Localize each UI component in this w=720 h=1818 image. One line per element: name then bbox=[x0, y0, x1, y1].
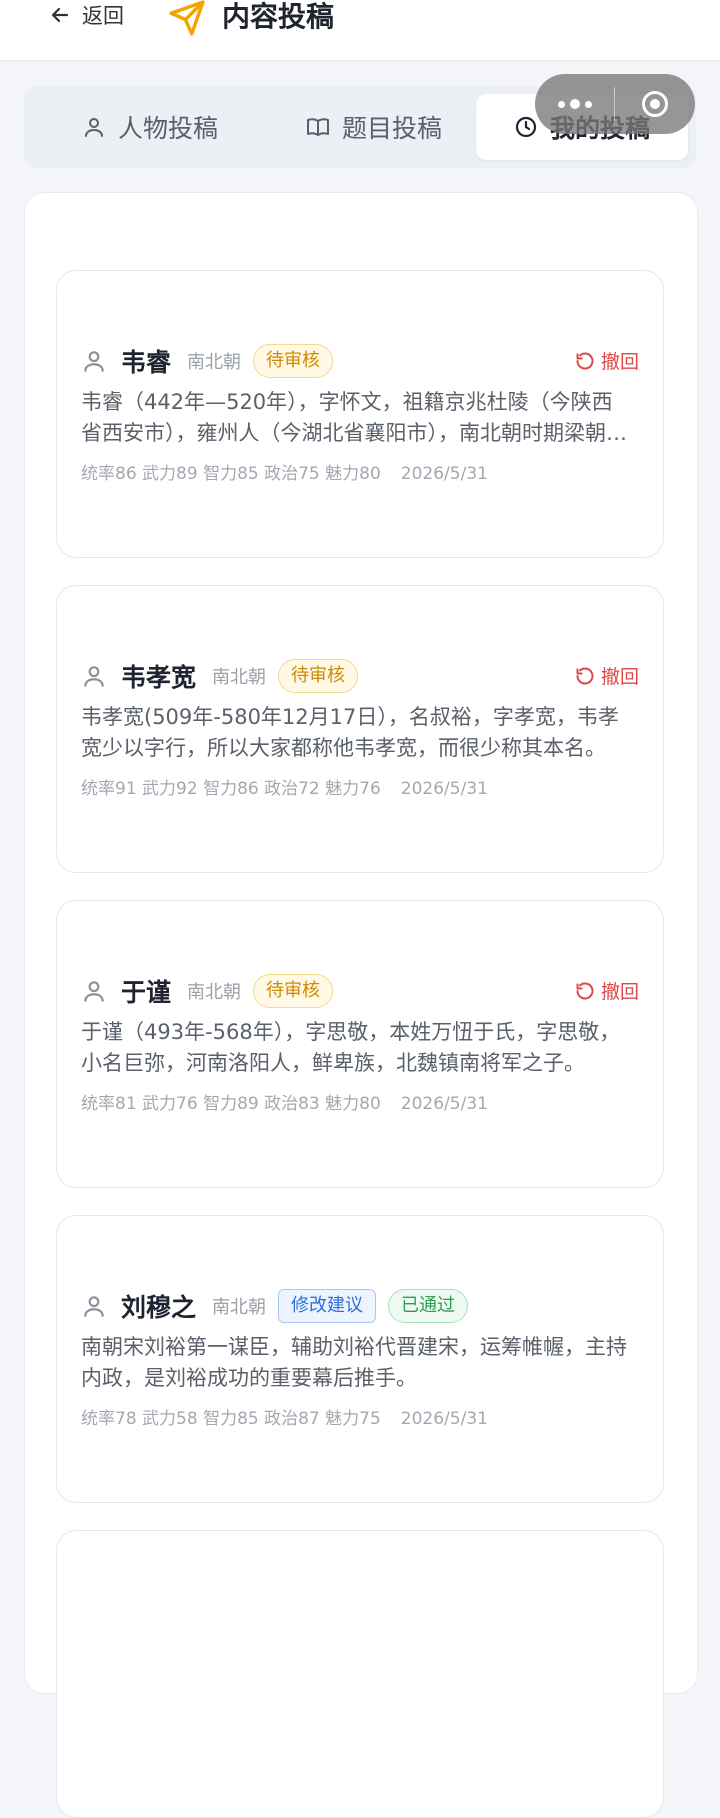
back-label: 返回 bbox=[82, 4, 124, 28]
person-name: 刘穆之 bbox=[121, 1293, 197, 1322]
tab-label: 题目投稿 bbox=[341, 114, 442, 143]
dynasty-label: 南北朝 bbox=[187, 352, 242, 373]
card-meta: 统率78 武力58 智力85 政治87 魅力75 2026/5/31 bbox=[81, 1404, 488, 1429]
miniprogram-capsule bbox=[535, 74, 695, 134]
dot-icon bbox=[557, 100, 565, 108]
more-button[interactable] bbox=[535, 74, 614, 134]
submit-date: 2026/5/31 bbox=[400, 779, 488, 799]
status-badge: 待审核 bbox=[253, 974, 334, 1008]
status-badge: 待审核 bbox=[278, 659, 359, 693]
revoke-button[interactable]: 撤回 bbox=[575, 347, 639, 374]
user-icon bbox=[84, 118, 103, 137]
tab-question-submit[interactable]: 题目投稿 bbox=[264, 94, 484, 160]
dynasty-label: 南北朝 bbox=[212, 667, 267, 688]
revoke-button[interactable]: 撤回 bbox=[575, 662, 639, 689]
card-description: 韦孝宽(509年-580年12月17日），名叔裕，字孝宽，韦孝宽少以字行，所以大… bbox=[81, 705, 619, 760]
submission-card: 刘穆之 南北朝 修改建议 已通过 南朝宋刘裕第一谋臣，辅助刘裕代晋建宋，运筹帷幄… bbox=[56, 1215, 664, 1503]
person-name: 韦睿 bbox=[121, 348, 172, 377]
submission-card: 韦睿 南北朝 待审核 撤回 韦睿（442年—520年），字怀文，祖籍京兆杜陵（今… bbox=[56, 270, 664, 558]
stats-text: 统率86 武力89 智力85 政治75 魅力80 bbox=[81, 464, 381, 484]
card-meta: 统率86 武力89 智力85 政治75 魅力80 2026/5/31 bbox=[81, 459, 488, 484]
card-header: 于谨 南北朝 待审核 bbox=[81, 971, 334, 1011]
undo-icon bbox=[576, 352, 594, 369]
person-icon bbox=[84, 666, 104, 687]
arrow-left-icon bbox=[51, 7, 69, 23]
card-description: 韦睿（442年—520年），字怀文，祖籍京兆杜陵（今陕西省西安市），雍州人（今湖… bbox=[81, 390, 627, 445]
dynasty-label: 南北朝 bbox=[187, 982, 242, 1003]
send-icon bbox=[169, 0, 205, 36]
person-icon bbox=[84, 351, 104, 372]
card-header: 刘穆之 南北朝 修改建议 已通过 bbox=[81, 1286, 469, 1326]
submission-card: 韦孝宽 南北朝 待审核 撤回 韦孝宽(509年-580年12月17日），名叔裕，… bbox=[56, 585, 664, 873]
tab-person-submit[interactable]: 人物投稿 bbox=[40, 94, 260, 160]
card-description: 于谨（493年-568年），字思敬，本姓万忸于氏，字思敬，小名巨弥，河南洛阳人，… bbox=[81, 1020, 621, 1075]
dot-icon bbox=[584, 100, 592, 108]
card-meta: 统率81 武力76 智力89 政治83 魅力80 2026/5/31 bbox=[81, 1089, 488, 1114]
close-miniprogram-button[interactable] bbox=[615, 74, 695, 134]
stats-text: 统率91 武力92 智力86 政治72 魅力76 bbox=[81, 779, 381, 799]
page-title-wrap: 内容投稿 bbox=[168, 0, 334, 36]
card-meta: 统率91 武力92 智力86 政治72 魅力76 2026/5/31 bbox=[81, 774, 488, 799]
suggestion-badge[interactable]: 修改建议 bbox=[278, 1289, 377, 1323]
submit-date: 2026/5/31 bbox=[400, 464, 488, 484]
revoke-label: 撤回 bbox=[600, 351, 639, 373]
status-badge: 已通过 bbox=[388, 1289, 469, 1323]
revoke-label: 撤回 bbox=[600, 981, 639, 1003]
tab-label: 人物投稿 bbox=[117, 114, 218, 143]
card-header: 韦睿 南北朝 待审核 bbox=[81, 341, 334, 381]
undo-icon bbox=[576, 982, 594, 999]
undo-icon bbox=[576, 667, 594, 684]
back-button[interactable]: 返回 bbox=[48, 0, 124, 30]
app-header: 返回 内容投稿 bbox=[0, 0, 720, 60]
person-name: 于谨 bbox=[121, 978, 172, 1007]
dynasty-label: 南北朝 bbox=[212, 1297, 267, 1318]
submit-date: 2026/5/31 bbox=[400, 1409, 488, 1429]
stats-text: 统率78 武力58 智力85 政治87 魅力75 bbox=[81, 1409, 381, 1429]
stats-text: 统率81 武力76 智力89 政治83 魅力80 bbox=[81, 1094, 381, 1114]
card-description: 南朝宋刘裕第一谋臣，辅助刘裕代晋建宋，运筹帷幄，主持内政，是刘裕成功的重要幕后推… bbox=[81, 1335, 627, 1390]
status-badge: 待审核 bbox=[253, 344, 334, 378]
person-icon bbox=[84, 981, 104, 1002]
submission-card bbox=[56, 1530, 664, 1818]
book-icon bbox=[306, 118, 329, 136]
dot-icon bbox=[569, 99, 580, 109]
revoke-label: 撤回 bbox=[600, 666, 639, 688]
person-icon bbox=[84, 1296, 104, 1317]
submit-date: 2026/5/31 bbox=[400, 1094, 488, 1114]
target-icon bbox=[642, 91, 668, 117]
page-title: 内容投稿 bbox=[222, 0, 335, 33]
revoke-button[interactable]: 撤回 bbox=[575, 977, 639, 1004]
card-header: 韦孝宽 南北朝 待审核 bbox=[81, 656, 359, 696]
submission-card: 于谨 南北朝 待审核 撤回 于谨（493年-568年），字思敬，本姓万忸于氏，字… bbox=[56, 900, 664, 1188]
person-name: 韦孝宽 bbox=[121, 663, 197, 692]
